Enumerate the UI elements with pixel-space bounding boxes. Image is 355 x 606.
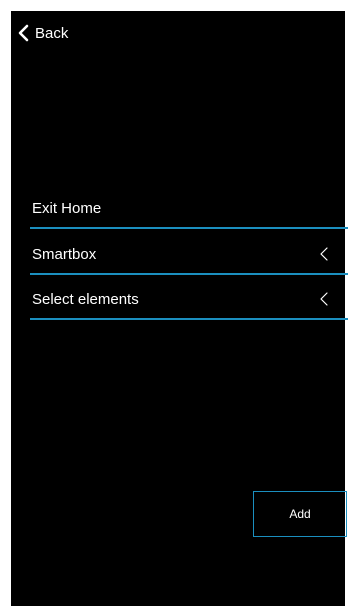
chevron-left-icon [18,24,29,42]
scene-name-field[interactable]: Exit Home [30,189,348,229]
chevron-left-icon [320,292,328,306]
app-screen: Back Exit Home Smartbox Select elements … [11,11,348,606]
chevron-left-icon [320,247,328,261]
scene-name-value: Exit Home [32,199,102,217]
add-button-label: Add [289,507,311,521]
back-button[interactable]: Back [17,23,68,43]
back-label: Back [35,24,69,42]
smartbox-label: Smartbox [32,245,97,263]
add-button[interactable]: Add [253,491,347,537]
smartbox-select[interactable]: Smartbox [30,235,348,275]
select-elements-label: Select elements [32,290,139,308]
select-elements-select[interactable]: Select elements [30,280,348,320]
